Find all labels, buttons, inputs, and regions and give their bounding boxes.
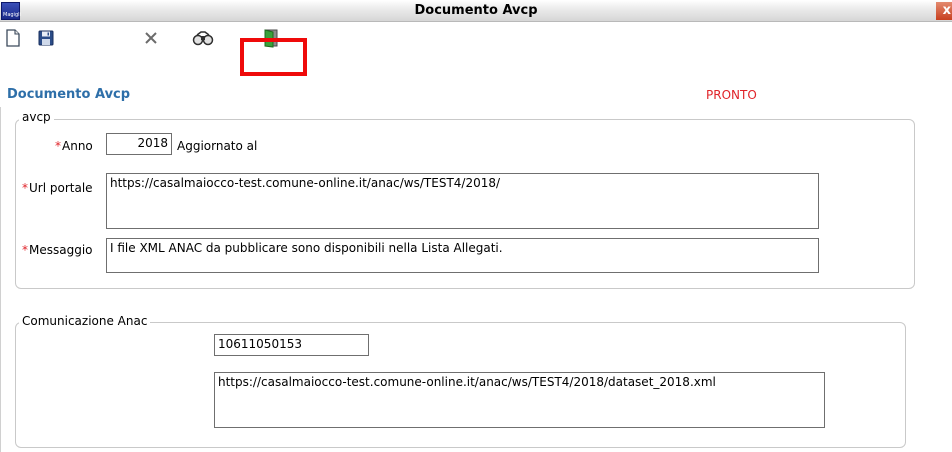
- delete-button[interactable]: [138, 26, 164, 50]
- floppy-disk-icon: [38, 30, 54, 46]
- save-button[interactable]: [33, 26, 59, 50]
- required-marker: *: [22, 181, 28, 195]
- anno-input[interactable]: 2018: [106, 133, 172, 155]
- search-button[interactable]: [190, 26, 216, 50]
- url-portale-label-text: Url portale: [29, 181, 93, 195]
- toolbar: [0, 23, 952, 83]
- binoculars-icon: [192, 31, 214, 46]
- window-title: Documento Avcp: [414, 3, 538, 18]
- anac-code-field[interactable]: 10611050153: [214, 334, 369, 356]
- anno-label-text: Anno: [62, 139, 93, 153]
- dataset-url-field[interactable]: https://casalmaiocco-test.comune-online.…: [214, 372, 825, 428]
- close-icon: x: [942, 3, 951, 18]
- document-title: Documento Avcp: [7, 87, 131, 102]
- messaggio-field[interactable]: I file XML ANAC da pubblicare sono dispo…: [106, 238, 819, 273]
- cross-icon: [145, 32, 157, 44]
- required-marker: *: [22, 243, 28, 257]
- aggiornato-label: Aggiornato al: [177, 139, 258, 153]
- left-border: [0, 107, 5, 452]
- avcp-legend: avcp: [19, 110, 54, 124]
- new-document-button[interactable]: [0, 26, 26, 50]
- documento-avcp-window: Magigli Documento Avcp x Documento Avcp …: [0, 0, 952, 452]
- title-bar: Magigli Documento Avcp x: [0, 0, 952, 22]
- comunicazione-anac-legend: Comunicazione Anac: [19, 314, 151, 328]
- messaggio-label-text: Messaggio: [29, 243, 93, 257]
- status-label: PRONTO: [706, 88, 757, 102]
- anno-label: *Anno: [55, 139, 93, 153]
- required-marker: *: [55, 139, 61, 153]
- close-button[interactable]: x: [936, 2, 952, 20]
- exit-button-highlight: [240, 38, 307, 76]
- url-portale-field[interactable]: https://casalmaiocco-test.comune-online.…: [106, 173, 819, 229]
- blank-page-icon: [6, 29, 20, 47]
- url-portale-label: *Url portale: [22, 181, 93, 195]
- messaggio-label: *Messaggio: [22, 243, 93, 257]
